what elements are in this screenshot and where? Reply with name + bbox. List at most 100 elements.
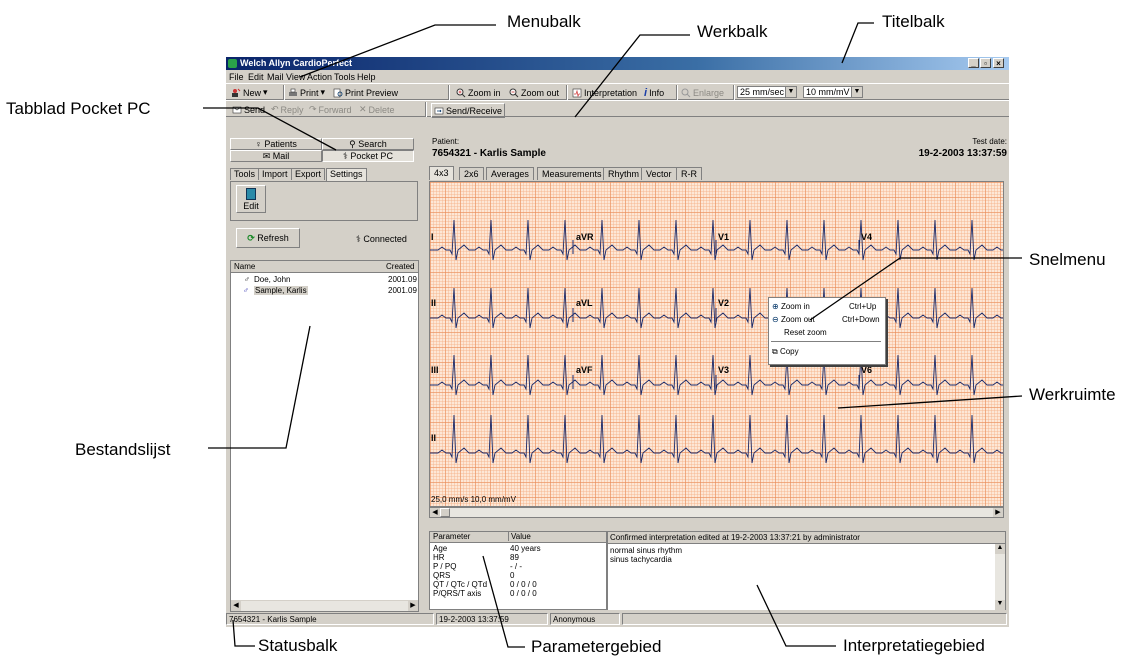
- interpretation-button[interactable]: Interpretation: [572, 86, 637, 99]
- tab-r-r[interactable]: R-R: [676, 167, 702, 180]
- menu-mail[interactable]: Mail: [267, 72, 284, 82]
- interpretation-text-box[interactable]: normal sinus rhythm sinus tachycardia ▲ …: [608, 543, 1005, 610]
- menu-view[interactable]: View: [286, 72, 305, 82]
- ecg-scale-label: 25,0 mm/s 10,0 mm/mV: [431, 495, 516, 504]
- ecg-trace: [430, 354, 1003, 396]
- new-button[interactable]: New ▾: [231, 86, 268, 99]
- tab-vector[interactable]: Vector: [641, 167, 677, 180]
- send-button[interactable]: Send: [232, 103, 265, 116]
- lead-label: V4: [861, 232, 873, 242]
- interpretation-label: Interpretation: [584, 87, 638, 98]
- tab-export[interactable]: Export: [291, 168, 326, 180]
- tab-settings[interactable]: Settings: [326, 168, 367, 181]
- minimize-button[interactable]: _: [968, 58, 979, 68]
- column-value[interactable]: Value: [508, 532, 531, 541]
- print-button[interactable]: Print ▾: [288, 86, 325, 99]
- edit-button[interactable]: Edit: [236, 185, 266, 213]
- list-item[interactable]: ♂ Doe, John 2001.09: [231, 275, 418, 285]
- connection-status: ⚕ Connected: [356, 234, 407, 245]
- parameter-header: Parameter Value: [430, 532, 606, 543]
- menu-action[interactable]: Action: [307, 72, 332, 82]
- toolbar-separator: [676, 85, 678, 100]
- zoom-out-label: Zoom out: [521, 87, 560, 98]
- ecg-horizontal-scrollbar[interactable]: ◀ ▶: [429, 507, 1004, 518]
- enlarge-button[interactable]: Enlarge: [681, 86, 724, 99]
- forward-button[interactable]: ↷ Forward: [309, 103, 352, 116]
- context-separator: [771, 341, 881, 342]
- print-preview-button[interactable]: Print Preview: [333, 86, 398, 99]
- scroll-thumb[interactable]: [440, 508, 450, 517]
- tab-4x3[interactable]: 4x3: [429, 166, 454, 180]
- list-item-created: 2001.09: [388, 286, 417, 295]
- tab-2x6[interactable]: 2x6: [459, 167, 484, 180]
- restore-button[interactable]: ▫: [980, 58, 991, 68]
- tab-averages[interactable]: Averages: [486, 167, 534, 180]
- delete-label: Delete: [368, 104, 395, 115]
- speed-value: 25 mm/sec: [740, 87, 785, 97]
- menu-tools[interactable]: Tools: [334, 72, 355, 82]
- vertical-scrollbar[interactable]: ▲ ▼: [995, 544, 1005, 610]
- zoom-out-button[interactable]: Zoom out: [509, 86, 559, 99]
- refresh-button[interactable]: ⟳ Refresh: [236, 228, 300, 248]
- search-button[interactable]: ⚲ Search: [322, 138, 414, 150]
- zoom-out-icon: [509, 88, 519, 97]
- edit-label: Edit: [243, 201, 259, 211]
- menu-edit[interactable]: Edit: [248, 72, 264, 82]
- reply-button[interactable]: ↶ Reply: [271, 103, 304, 116]
- context-reset-zoom[interactable]: Reset zoom: [784, 328, 827, 337]
- horizontal-scrollbar[interactable]: ◀ ▶: [231, 600, 418, 611]
- column-parameter[interactable]: Parameter: [433, 532, 470, 541]
- gain-select[interactable]: 10 mm/mV ▼: [803, 86, 863, 98]
- column-name[interactable]: Name: [234, 262, 255, 271]
- lead-label: aVR: [576, 232, 594, 242]
- status-date: 19-2-2003 13:37:59: [436, 613, 548, 625]
- param-name: P / PQ: [433, 562, 457, 571]
- copy-icon: ⧉: [772, 347, 778, 356]
- speed-select[interactable]: 25 mm/sec ▼: [737, 86, 797, 98]
- lead-label: aVF: [576, 365, 593, 375]
- list-item[interactable]: ♂ Sample, Karlis 2001.09: [231, 286, 418, 296]
- info-icon: i: [644, 86, 648, 99]
- column-created[interactable]: Created: [386, 262, 414, 271]
- mail-button[interactable]: ✉ Mail: [230, 150, 322, 162]
- settings-panel: Edit: [230, 181, 418, 221]
- delete-button[interactable]: ✕ Delete: [359, 103, 395, 116]
- pocket-pc-button[interactable]: ⚕ Pocket PC: [322, 150, 414, 162]
- context-zoom-out-shortcut: Ctrl+Down: [842, 315, 880, 324]
- info-button[interactable]: i Info: [644, 86, 664, 99]
- tab-import[interactable]: Import: [258, 168, 292, 180]
- context-zoom-in-label: Zoom in: [780, 302, 810, 311]
- parameter-area: Parameter Value Age 40 years HR 89 P / PQ -…: [429, 531, 607, 610]
- interpretation-line: sinus tachycardia: [610, 555, 672, 564]
- scroll-left-arrow[interactable]: ◀: [231, 601, 241, 611]
- callout-bestandslijst: Bestandslijst: [75, 440, 171, 459]
- send-receive-button[interactable]: Send/Receive: [431, 103, 506, 118]
- chevron-down-icon[interactable]: ▼: [851, 87, 862, 97]
- table-row: P/QRS/T axis 0 / 0 / 0: [430, 589, 606, 598]
- close-button[interactable]: ×: [993, 58, 1004, 68]
- tab-measurements[interactable]: Measurements: [537, 167, 607, 180]
- table-row: QRS 0: [430, 571, 606, 580]
- scroll-left-arrow[interactable]: ◀: [430, 508, 440, 517]
- scroll-up-arrow[interactable]: ▲: [995, 544, 1005, 554]
- context-zoom-in-shortcut: Ctrl+Up: [849, 302, 877, 311]
- chevron-down-icon[interactable]: ▼: [785, 87, 796, 97]
- ecg-workspace[interactable]: I aVR V1 V4 II aVL V2 V5 III aVF V3 V6 I…: [429, 181, 1004, 507]
- zoom-in-button[interactable]: Zoom in: [456, 86, 501, 99]
- menu-help[interactable]: Help: [357, 72, 376, 82]
- search-label: Search: [358, 139, 387, 149]
- list-item-name: Sample, Karlis: [254, 286, 308, 295]
- menu-file[interactable]: File: [229, 72, 244, 82]
- context-zoom-out-label: Zoom out: [780, 315, 815, 324]
- list-item-name: Doe, John: [254, 275, 291, 284]
- patients-button[interactable]: ♀ Patients: [230, 138, 322, 150]
- scroll-right-arrow[interactable]: ▶: [408, 601, 418, 611]
- lead-label: II: [431, 433, 437, 443]
- scroll-right-arrow[interactable]: ▶: [993, 508, 1003, 517]
- scroll-down-arrow[interactable]: ▼: [995, 600, 1005, 610]
- info-label: Info: [649, 87, 665, 98]
- context-copy[interactable]: ⧉ Copy: [772, 347, 882, 357]
- tab-rhythm[interactable]: Rhythm: [603, 167, 645, 180]
- tab-tools[interactable]: Tools: [230, 168, 260, 180]
- pocket-pc-subtabs: Tools Import Export Settings: [230, 168, 418, 181]
